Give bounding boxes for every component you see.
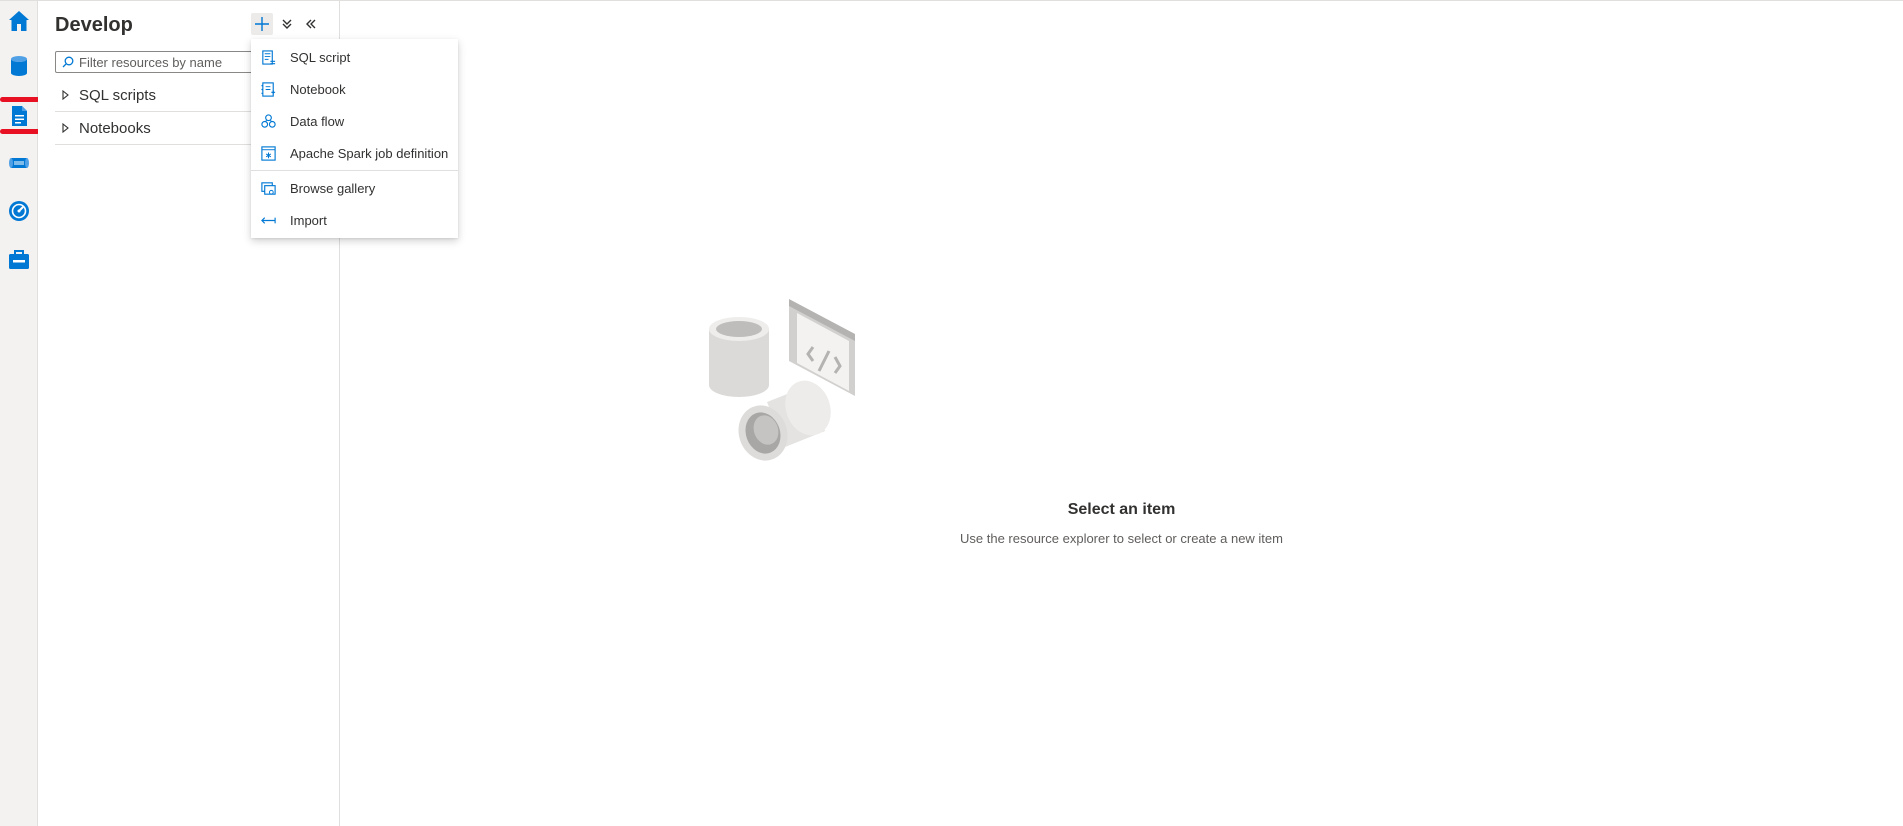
integrate-icon (9, 158, 29, 168)
menu-item-label: Data flow (290, 113, 345, 129)
menu-divider (251, 170, 458, 171)
new-resource-menu: SQL script Notebook Data flow Apache Spa… (251, 39, 458, 238)
expand-all-button[interactable] (276, 13, 298, 35)
home-icon (9, 11, 29, 31)
filter-box (55, 51, 259, 73)
activity-rail (0, 1, 40, 826)
menu-item-label: Notebook (290, 81, 346, 97)
manage-icon (9, 250, 29, 269)
plus-icon (255, 17, 269, 31)
import-icon (259, 211, 277, 229)
app-window: Develop SQL scripts Notebooks (0, 0, 1903, 826)
rail-home[interactable] (0, 1, 38, 41)
empty-state-subtitle: Use the resource explorer to select or c… (960, 531, 1283, 546)
menu-item-label: SQL script (290, 49, 351, 65)
tree-item-label: Notebooks (79, 119, 151, 137)
menu-item-browse-gallery[interactable]: Browse gallery (251, 172, 458, 204)
caret-right-icon (55, 123, 77, 133)
menu-item-label: Import (290, 212, 327, 228)
annotation-mark-bottom (0, 129, 40, 134)
notebook-icon (259, 80, 277, 98)
collapse-panel-button[interactable] (300, 13, 322, 35)
menu-item-label: Apache Spark job definition (290, 145, 449, 161)
menu-item-label: Browse gallery (290, 180, 376, 196)
rail-data[interactable] (0, 46, 38, 86)
filter-input[interactable] (79, 54, 249, 70)
menu-item-data-flow[interactable]: Data flow (251, 105, 458, 137)
sql-script-icon (259, 48, 277, 66)
menu-item-sql-script[interactable]: SQL script (251, 41, 458, 73)
search-icon (62, 56, 74, 68)
empty-state-title: Select an item (1067, 501, 1176, 518)
empty-state-illustration (709, 299, 855, 461)
tree-item-label: SQL scripts (79, 86, 156, 104)
monitor-icon (9, 201, 29, 221)
panel-title: Develop (55, 14, 133, 36)
main-content (340, 1, 1903, 826)
develop-icon (12, 106, 27, 126)
rail-manage[interactable] (0, 240, 38, 280)
gallery-icon (259, 179, 277, 197)
data-flow-icon (259, 112, 277, 130)
menu-item-import[interactable]: Import (251, 204, 458, 236)
data-icon (11, 56, 27, 76)
add-resource-button[interactable] (251, 13, 273, 35)
spark-job-icon (259, 144, 277, 162)
caret-right-icon (55, 90, 77, 100)
rail-integrate[interactable] (0, 143, 38, 183)
expand-all-icon (282, 19, 292, 29)
menu-item-spark-job[interactable]: Apache Spark job definition (251, 137, 458, 169)
rail-monitor[interactable] (0, 191, 38, 231)
collapse-panel-icon (306, 19, 316, 29)
menu-item-notebook[interactable]: Notebook (251, 73, 458, 105)
